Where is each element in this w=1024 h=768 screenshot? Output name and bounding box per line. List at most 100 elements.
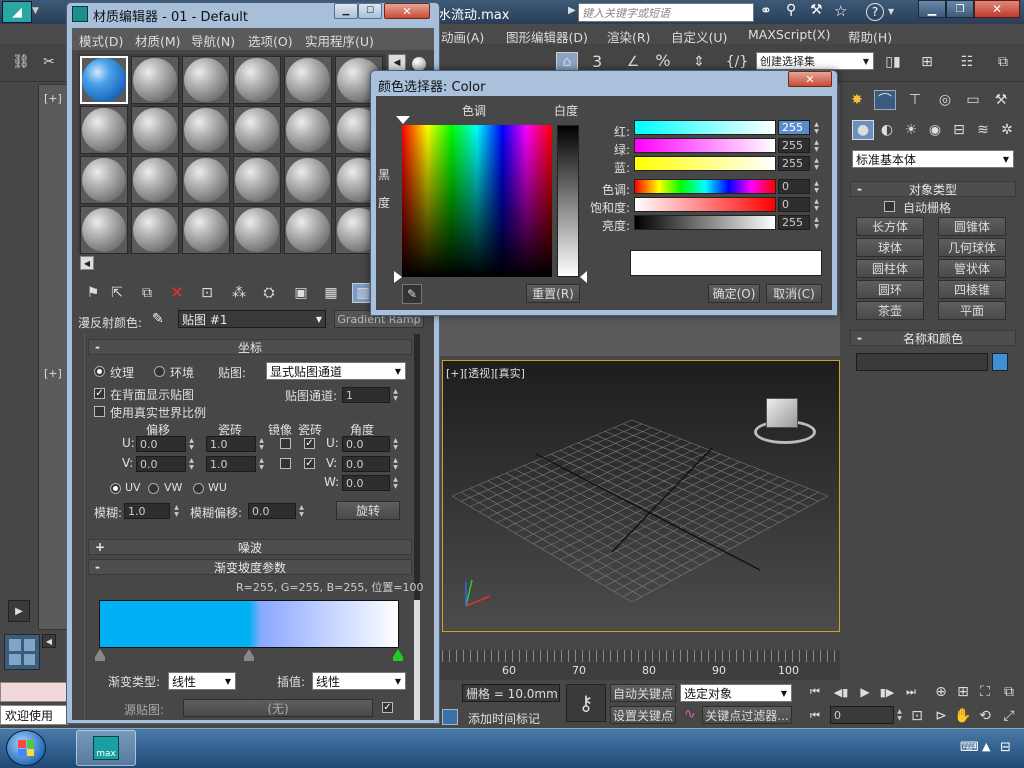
- zoom-extents-all-icon[interactable]: ⧉: [998, 682, 1020, 702]
- material-id-icon[interactable]: ▣: [290, 283, 312, 303]
- select-icon[interactable]: ⌂: [556, 52, 578, 72]
- taskbar-3dsmax-button[interactable]: max: [76, 730, 136, 766]
- w-angle-spinner[interactable]: ▲ ▼: [391, 475, 400, 491]
- sample-slot[interactable]: [233, 206, 281, 254]
- start-button[interactable]: [6, 730, 46, 766]
- align-icon[interactable]: ⊞: [916, 52, 938, 72]
- link-icon[interactable]: ⛓: [10, 52, 32, 72]
- add-time-tag-icon[interactable]: [442, 709, 458, 725]
- gradient-rollout-header[interactable]: - 渐变坡度参数: [88, 559, 412, 575]
- lights-icon[interactable]: ☀: [900, 120, 922, 140]
- display-tab-icon[interactable]: ▭: [962, 90, 984, 110]
- source-map-button[interactable]: (无): [183, 699, 373, 717]
- goto-end-icon[interactable]: ⏭: [900, 682, 922, 702]
- sample-slot[interactable]: [233, 156, 281, 204]
- v-offset-field[interactable]: 0.0: [136, 456, 186, 472]
- eyedropper-icon[interactable]: ✎: [152, 311, 164, 327]
- blur-offset-spinner[interactable]: ▲ ▼: [297, 503, 306, 519]
- sample-slot[interactable]: [284, 206, 332, 254]
- eyedropper-picker-icon[interactable]: ✎: [402, 284, 422, 304]
- hierarchy-tab-icon[interactable]: ⊤: [904, 90, 926, 110]
- sphere-button[interactable]: 球体: [856, 238, 924, 257]
- whiteness-marker-icon[interactable]: [580, 271, 587, 283]
- category-dropdown[interactable]: 标准基本体 ▼: [852, 150, 1014, 168]
- get-material-icon[interactable]: ⚑: [82, 283, 104, 303]
- map-channel-field[interactable]: 1: [342, 387, 390, 403]
- green-spinner[interactable]: ▲ ▼: [812, 138, 821, 153]
- frame-spinner[interactable]: ▲ ▼: [895, 706, 904, 724]
- sample-slot[interactable]: [233, 106, 281, 154]
- make-copy-icon[interactable]: ⊡: [196, 283, 218, 303]
- curve-icon[interactable]: ∿: [684, 706, 696, 722]
- orbit-icon[interactable]: ⟲: [974, 706, 996, 726]
- app-logo-icon[interactable]: ◢: [2, 1, 32, 23]
- unlink-icon[interactable]: ✂: [38, 52, 60, 72]
- add-time-tag-label[interactable]: 添加时间标记: [468, 710, 540, 727]
- green-field[interactable]: 255: [778, 138, 810, 153]
- map-channel-spinner[interactable]: ▲ ▼: [391, 387, 400, 403]
- time-config-icon[interactable]: ⊡: [906, 706, 928, 726]
- sample-slot[interactable]: [284, 56, 332, 104]
- helpers-icon[interactable]: ⊟: [948, 120, 970, 140]
- blackness-marker-icon[interactable]: [394, 271, 402, 283]
- box-button[interactable]: 长方体: [856, 217, 924, 236]
- put-to-scene-icon[interactable]: ⇱: [106, 283, 128, 303]
- sample-slot-1-selected[interactable]: [80, 56, 128, 104]
- blur-spinner[interactable]: ▲ ▼: [172, 503, 181, 519]
- layout-grid-icon[interactable]: [4, 634, 40, 670]
- u-angle-field[interactable]: 0.0: [342, 436, 390, 452]
- mated-close-button[interactable]: ✕: [384, 3, 430, 19]
- favorites-star-icon[interactable]: ☆: [834, 2, 847, 20]
- reset-button[interactable]: 重置(R): [526, 284, 580, 303]
- rollout-scrollbar-thumb[interactable]: [414, 600, 420, 720]
- red-field[interactable]: 255: [778, 120, 810, 135]
- u-tiling-spinner[interactable]: ▲ ▼: [257, 436, 266, 452]
- sample-slot[interactable]: [131, 56, 179, 104]
- keyboard-tray-icon[interactable]: ⌨: [960, 740, 979, 755]
- selected-object-dropdown[interactable]: 选定对象 ▼: [680, 684, 792, 702]
- sample-slot[interactable]: [182, 56, 230, 104]
- object-name-field[interactable]: [856, 353, 988, 371]
- play-icon[interactable]: ▶: [8, 600, 30, 622]
- space-warps-icon[interactable]: ≋: [972, 120, 994, 140]
- spinner-snap-icon[interactable]: ⇕: [688, 52, 710, 72]
- geometry-icon[interactable]: ●: [852, 120, 874, 140]
- pan-icon[interactable]: ✋: [952, 706, 974, 726]
- set-key-button[interactable]: 设置关键点: [610, 706, 676, 724]
- prev-frame-icon[interactable]: ◀▮: [830, 682, 852, 702]
- uv-radio[interactable]: [110, 483, 121, 494]
- v-tile-checkbox[interactable]: ✓: [304, 458, 315, 469]
- u-mirror-checkbox[interactable]: [280, 438, 291, 449]
- mated-minimize-button[interactable]: ▁: [334, 3, 358, 19]
- key-search-icon[interactable]: ⚲: [786, 2, 796, 18]
- binoculars-icon[interactable]: ⚭: [760, 3, 772, 19]
- app-logo-dropdown-icon[interactable]: ▼: [32, 6, 39, 16]
- key-mode-icon[interactable]: ⏮: [804, 706, 826, 726]
- mapping-dropdown[interactable]: 显式贴图通道 ▼: [266, 362, 406, 380]
- v-tiling-field[interactable]: 1.0: [206, 456, 256, 472]
- cancel-button[interactable]: 取消(C): [766, 284, 822, 303]
- sample-slot[interactable]: [80, 106, 128, 154]
- saturation-field[interactable]: 0: [778, 197, 810, 212]
- hue-spinner[interactable]: ▲ ▼: [812, 179, 821, 194]
- left-viewport[interactable]: [38, 84, 68, 630]
- blue-spinner[interactable]: ▲ ▼: [812, 156, 821, 171]
- environ-radio[interactable]: [154, 366, 165, 377]
- zoom-icon[interactable]: ⊕: [930, 682, 952, 702]
- hue-marker-icon[interactable]: [396, 116, 410, 124]
- motion-tab-icon[interactable]: ◎: [934, 90, 956, 110]
- texture-radio[interactable]: [94, 366, 105, 377]
- viewport-label-left[interactable]: [+]: [44, 367, 62, 380]
- angle-snap-icon[interactable]: ∠: [622, 52, 644, 72]
- scroll-left-icon[interactable]: ◀: [42, 634, 56, 648]
- value-slider[interactable]: [634, 215, 776, 230]
- search-input[interactable]: 键入关键字或短语: [578, 3, 754, 22]
- create-tab-icon[interactable]: ✸: [846, 90, 868, 110]
- sample-slot[interactable]: [131, 106, 179, 154]
- value-field[interactable]: 255: [778, 215, 810, 230]
- network-tray-icon[interactable]: ⊟: [1000, 740, 1011, 755]
- mated-menu-options[interactable]: 选项(O): [248, 31, 293, 50]
- gradient-type-dropdown[interactable]: 线性 ▼: [168, 672, 236, 690]
- geosphere-button[interactable]: 几何球体: [938, 238, 1006, 257]
- sample-slot[interactable]: [182, 156, 230, 204]
